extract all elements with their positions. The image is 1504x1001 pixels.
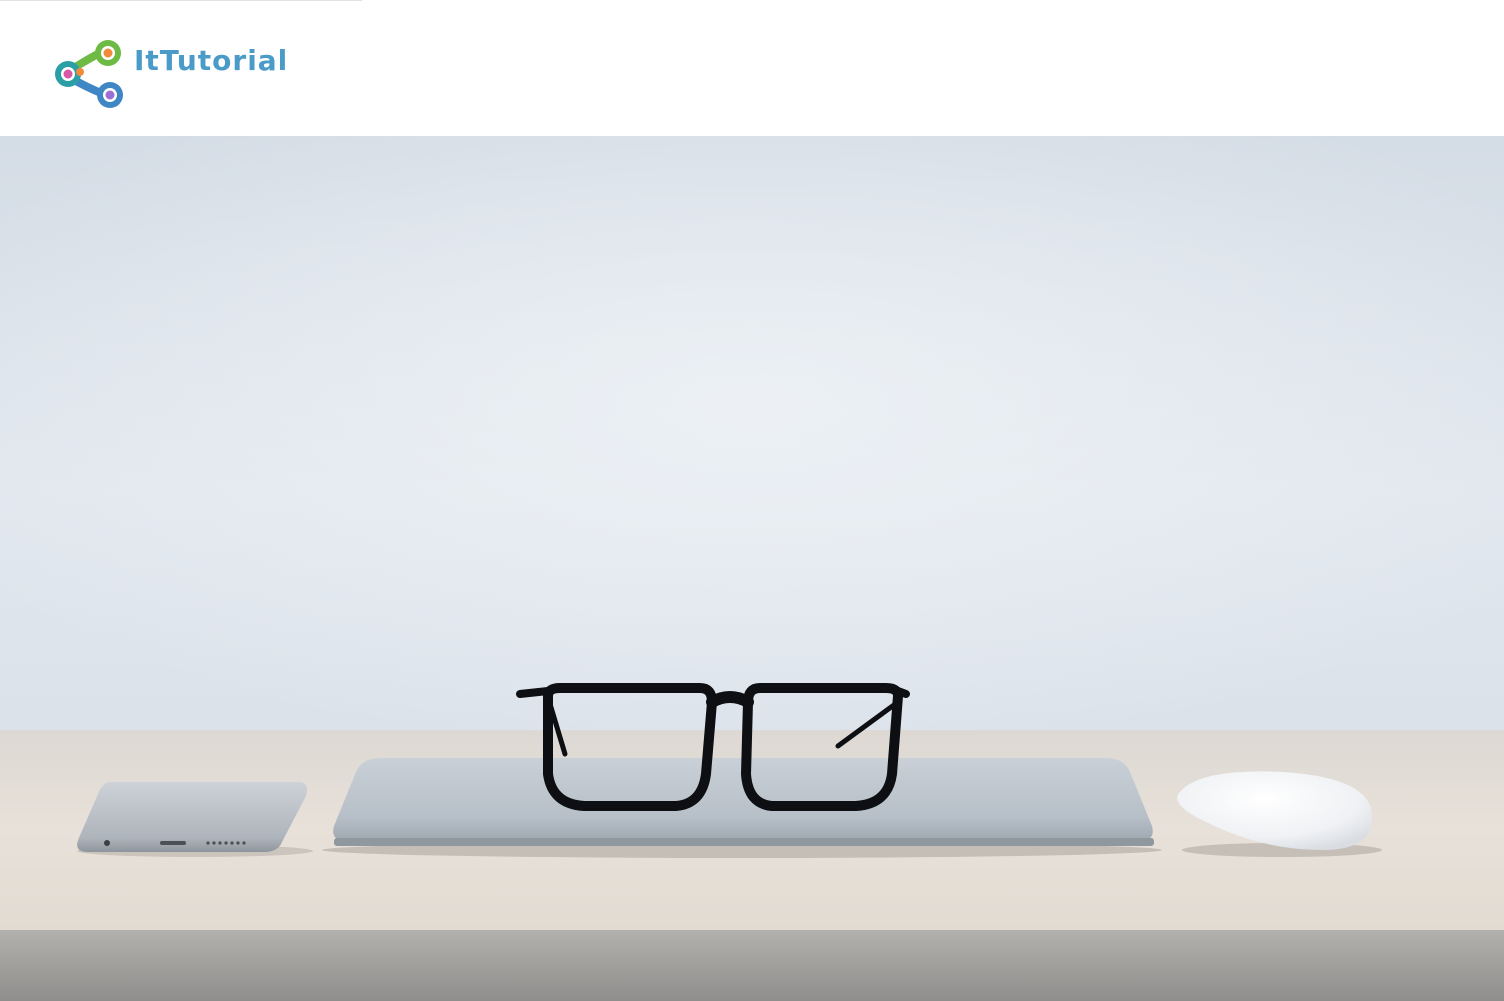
hero-image	[0, 136, 1504, 1001]
hero-scene	[0, 136, 1504, 1001]
desk-edge	[0, 930, 1504, 1001]
chain-link-logo-icon	[55, 40, 123, 108]
phone	[77, 782, 313, 857]
site-logo-link[interactable]: ItTutorial	[52, 38, 312, 112]
page: ItTutorial	[0, 0, 1504, 1001]
header-divider	[0, 0, 362, 1]
site-header: ItTutorial	[0, 0, 1504, 136]
logo-text: ItTutorial	[134, 44, 289, 77]
